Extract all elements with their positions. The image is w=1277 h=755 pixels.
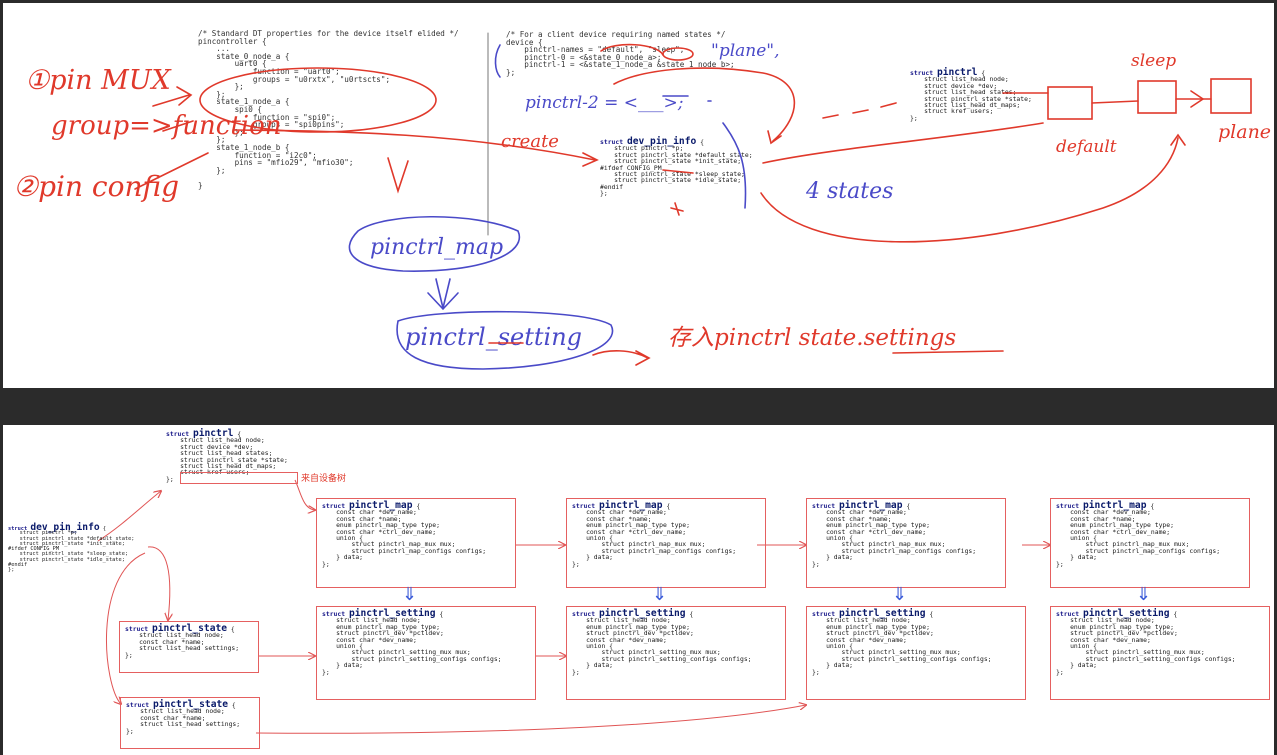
down-double-arrow: ⇓ — [1136, 584, 1152, 605]
pinctrl-setting-box: struct pinctrl_setting {struct list_head… — [806, 606, 1026, 700]
struct-field: struct list_head settings; — [140, 720, 241, 729]
down-double-arrow: ⇓ — [652, 584, 668, 605]
struct-field: struct list_head node; — [139, 631, 224, 640]
pinctrl-map-box: struct pinctrl_map {const char *dev_name… — [806, 498, 1006, 588]
pinctrl-setting-box-code: struct pinctrl_setting {struct list_head… — [572, 609, 752, 676]
down-double-arrow: ⇓ — [402, 584, 418, 605]
top-hand-drawn-strokes — [134, 32, 1252, 370]
pinctrl-state-box-code: struct pinctrl_state {struct list_head n… — [125, 624, 240, 659]
pinctrl-map-box-code: struct pinctrl_map {const char *dev_name… — [812, 501, 976, 568]
open-brace: { — [99, 526, 107, 532]
top-diagram-panel: /* Standard DT properties for the device… — [3, 3, 1274, 388]
struct-field: struct list_head node; — [140, 707, 225, 716]
open-brace: { — [685, 610, 694, 618]
pinctrl-setting-box-code: struct pinctrl_setting {struct list_head… — [812, 609, 992, 676]
open-brace: { — [1169, 610, 1178, 618]
bottom-diagram-panel: struct pinctrl {struct list_head node; st… — [3, 425, 1274, 755]
pinctrl-setting-box-code: struct pinctrl_setting {struct list_head… — [322, 609, 502, 676]
pinctrl-state-box-code: struct pinctrl_state {struct list_head n… — [126, 700, 241, 735]
bottom-dev-pin-info-struct: struct dev_pin_info {struct pinctrl *p; s… — [8, 523, 134, 574]
pinctrl-map-box: struct pinctrl_map {const char *dev_name… — [566, 498, 766, 588]
open-brace: { — [925, 610, 934, 618]
struct-field: struct list_head settings; — [139, 644, 240, 653]
pinctrl-map-box: struct pinctrl_map {const char *dev_name… — [316, 498, 516, 588]
pinctrl-state-box: struct pinctrl_state {struct list_head n… — [120, 697, 260, 749]
open-brace: { — [228, 701, 236, 709]
from-device-tree-note: 来自设备树 — [301, 474, 347, 484]
struct-field: struct pinctrl_state *sleep_state; — [19, 551, 129, 558]
open-brace: { — [227, 625, 235, 633]
pinctrl-map-box-code: struct pinctrl_map {const char *dev_name… — [1056, 501, 1220, 568]
pinctrl-map-box: struct pinctrl_map {const char *dev_name… — [1050, 498, 1250, 588]
close-brace: }; — [8, 567, 15, 574]
pinctrl-map-box-code: struct pinctrl_map {const char *dev_name… — [572, 501, 736, 568]
pinctrl-setting-box: struct pinctrl_setting {struct list_head… — [566, 606, 786, 700]
pinctrl-setting-box: struct pinctrl_setting {struct list_head… — [1050, 606, 1270, 700]
pinctrl-state-box: struct pinctrl_state {struct list_head n… — [119, 621, 259, 673]
pinctrl-setting-box: struct pinctrl_setting {struct list_head… — [316, 606, 536, 700]
pinctrl-setting-box-code: struct pinctrl_setting {struct list_head… — [1056, 609, 1236, 676]
dt-maps-highlight — [180, 472, 298, 484]
open-brace: { — [435, 610, 444, 618]
pinctrl-map-box-code: struct pinctrl_map {const char *dev_name… — [322, 501, 486, 568]
struct-field: struct pinctrl_state *state; — [180, 455, 288, 464]
down-double-arrow: ⇓ — [892, 584, 908, 605]
struct-field: struct list_head states; — [180, 449, 273, 458]
